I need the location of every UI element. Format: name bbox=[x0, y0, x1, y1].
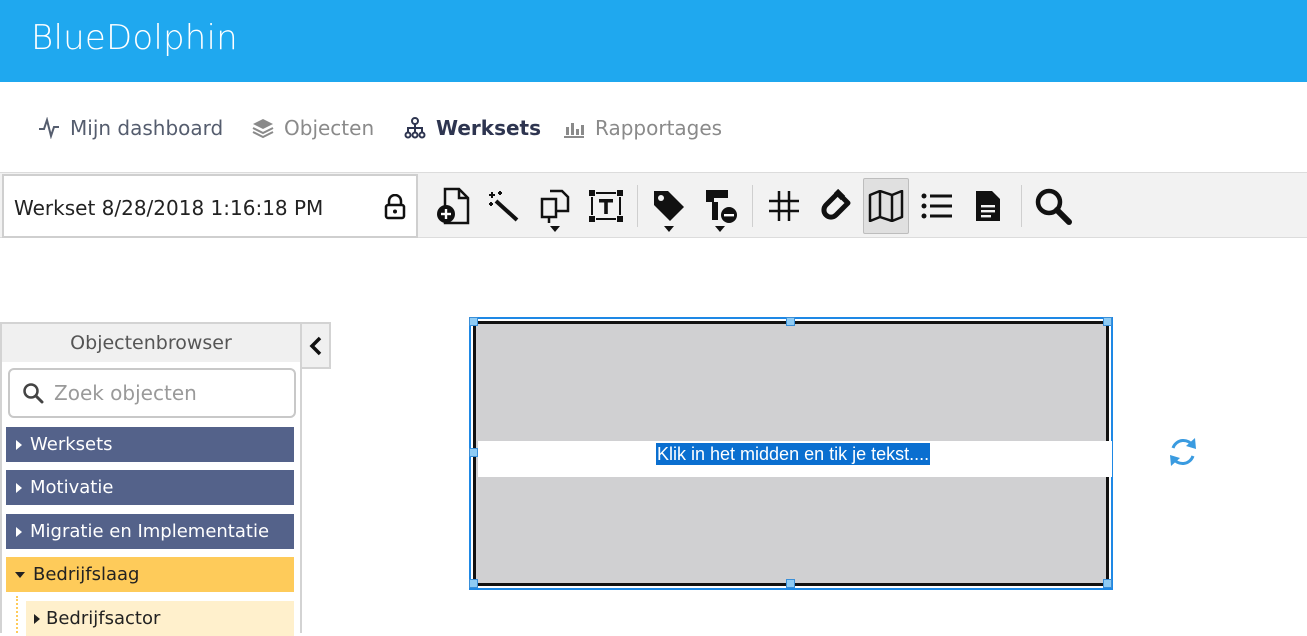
magnet-button[interactable] bbox=[812, 178, 858, 234]
caret-right-icon bbox=[34, 613, 40, 624]
caret-down-icon bbox=[15, 571, 25, 578]
tree-item-migratie[interactable]: Migratie en Implementatie bbox=[6, 514, 294, 549]
resize-handle[interactable] bbox=[1103, 579, 1112, 588]
grid-icon bbox=[769, 191, 799, 221]
nav-item-label: Mijn dashboard bbox=[70, 116, 224, 140]
nav-item-objecten[interactable]: Objecten bbox=[252, 115, 374, 141]
tree-item-label: Bedrijfsactor bbox=[46, 608, 161, 629]
tag-icon bbox=[654, 191, 684, 221]
magic-wand-button[interactable] bbox=[481, 178, 527, 234]
object-browser-title: Objectenbrowser bbox=[2, 324, 300, 362]
nav-item-label: Werksets bbox=[436, 116, 542, 140]
document-button[interactable] bbox=[965, 178, 1011, 234]
tree-item-motivatie[interactable]: Motivatie bbox=[6, 470, 294, 505]
resize-handle[interactable] bbox=[469, 579, 478, 588]
search-icon bbox=[1035, 188, 1072, 225]
chevron-down-icon bbox=[664, 226, 674, 232]
nav-item-werksets[interactable]: Werksets bbox=[404, 115, 541, 141]
nav-item-dashboard[interactable]: Mijn dashboard bbox=[38, 115, 223, 141]
lock-icon[interactable] bbox=[384, 194, 406, 220]
search-button[interactable] bbox=[1030, 178, 1076, 234]
rotate-icon[interactable] bbox=[1167, 434, 1199, 470]
tree-item-bedrijfsactor[interactable]: Bedrijfsactor bbox=[26, 601, 294, 636]
map-icon bbox=[868, 190, 904, 222]
tree-item-bedrijfslaag[interactable]: Bedrijfslaag bbox=[6, 557, 294, 592]
nav-item-rapportages[interactable]: Rapportages bbox=[563, 115, 722, 141]
document-icon bbox=[976, 191, 1000, 221]
resize-handle[interactable] bbox=[786, 317, 795, 326]
tree-connector bbox=[16, 596, 18, 633]
chevron-left-icon bbox=[309, 336, 321, 355]
workset-name-field[interactable]: Werkset 8/28/2018 1:16:18 PM bbox=[2, 174, 418, 238]
workset-name: Werkset 8/28/2018 1:16:18 PM bbox=[14, 196, 324, 220]
app-logo-title[interactable]: BlueDolphin bbox=[31, 18, 238, 58]
shape-text: Klik in het midden en tik je tekst.... bbox=[656, 443, 931, 465]
format-paint-button[interactable] bbox=[697, 178, 743, 234]
main-nav: Mijn dashboard Objecten Werksets Rapport… bbox=[0, 82, 1307, 172]
chevron-down-icon bbox=[550, 226, 560, 232]
caret-right-icon bbox=[16, 526, 22, 537]
tree-item-label: Bedrijfslaag bbox=[33, 564, 140, 585]
chevron-down-icon bbox=[715, 226, 725, 232]
nav-item-label: Rapportages bbox=[595, 116, 723, 140]
copy-shapes-icon bbox=[540, 189, 570, 223]
layers-icon bbox=[252, 119, 274, 139]
grid-button[interactable] bbox=[761, 178, 807, 234]
toolbar-divider bbox=[637, 185, 638, 227]
caret-right-icon bbox=[16, 439, 22, 450]
list-button[interactable] bbox=[914, 178, 960, 234]
add-document-button[interactable] bbox=[430, 178, 476, 234]
tree-item-label: Werksets bbox=[30, 434, 113, 455]
text-frame-icon bbox=[589, 190, 623, 222]
magic-wand-icon bbox=[489, 191, 519, 222]
toolbar-divider bbox=[1021, 185, 1022, 227]
magnet-icon bbox=[821, 189, 851, 220]
tree-item-label: Migratie en Implementatie bbox=[30, 521, 270, 542]
shape-text-editor[interactable]: Klik in het midden en tik je tekst.... bbox=[478, 441, 1112, 477]
format-paint-icon bbox=[706, 190, 737, 223]
nav-item-label: Objecten bbox=[284, 116, 375, 140]
search-icon bbox=[23, 383, 44, 404]
top-bar: BlueDolphin bbox=[0, 0, 1307, 82]
tree-item-label: Motivatie bbox=[30, 477, 114, 498]
text-frame-button[interactable] bbox=[583, 178, 629, 234]
resize-handle[interactable] bbox=[469, 317, 478, 326]
pulse-icon bbox=[39, 117, 59, 139]
map-button[interactable] bbox=[863, 178, 909, 234]
tree-item-werksets[interactable]: Werksets bbox=[6, 427, 294, 462]
copy-shapes-button[interactable] bbox=[532, 178, 578, 234]
tag-button[interactable] bbox=[646, 178, 692, 234]
toolbar-divider bbox=[752, 185, 753, 227]
workset-toolbar: Werkset 8/28/2018 1:16:18 PM bbox=[0, 172, 1307, 238]
resize-handle[interactable] bbox=[786, 579, 795, 588]
add-document-icon bbox=[437, 187, 470, 225]
resize-handle[interactable] bbox=[1103, 317, 1112, 326]
object-search-box[interactable] bbox=[8, 368, 296, 418]
collapse-panel-button[interactable] bbox=[302, 322, 331, 369]
caret-right-icon bbox=[16, 482, 22, 493]
bar-chart-icon bbox=[564, 123, 584, 138]
search-input[interactable] bbox=[54, 378, 284, 408]
list-icon bbox=[921, 193, 952, 219]
hierarchy-icon bbox=[404, 117, 426, 139]
resize-handle[interactable] bbox=[469, 448, 478, 457]
